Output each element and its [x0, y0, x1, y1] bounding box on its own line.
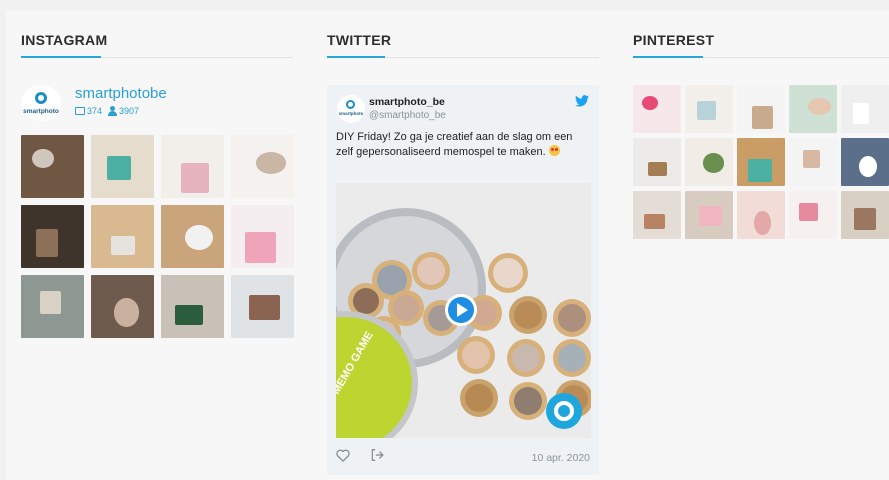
user-icon: [108, 106, 118, 116]
instagram-photo-6[interactable]: [91, 205, 154, 268]
instagram-photo-subject: [245, 232, 277, 263]
pinterest-photo-subject: [852, 103, 869, 125]
instagram-photo-subject: [114, 298, 139, 327]
pinterest-photo-subject: [754, 211, 771, 236]
instagram-photo-9[interactable]: [21, 275, 84, 338]
pinterest-photo-7[interactable]: [685, 138, 733, 186]
pinterest-photo-subject: [641, 95, 658, 110]
pinterest-pin-grid: [633, 85, 889, 243]
instagram-photo-subject: [110, 235, 136, 256]
logo-text: smartphoto: [23, 108, 59, 115]
tweet-author-name[interactable]: smartphoto_be: [369, 96, 445, 108]
pinterest-photo-11[interactable]: [633, 191, 681, 239]
pinterest-photo-15[interactable]: [841, 191, 889, 239]
instagram-photo-subject: [106, 155, 132, 181]
instagram-profile-header: smartphoto smartphotobe 374 3907: [21, 85, 293, 121]
play-button-icon[interactable]: [445, 294, 477, 326]
tweet-text: DIY Friday! Zo ga je creatief aan de sla…: [336, 131, 573, 158]
instagram-photo-3[interactable]: [161, 135, 224, 198]
twitter-title-accent: [327, 56, 385, 58]
pinterest-photo-1[interactable]: [633, 85, 681, 133]
pinterest-section-title: PINTEREST: [633, 32, 715, 48]
pinterest-photo-subject: [803, 150, 820, 168]
instagram-photo-subject: [174, 305, 203, 326]
pinterest-photo-14[interactable]: [789, 191, 837, 239]
instagram-photo-8[interactable]: [231, 205, 294, 268]
tweet-card[interactable]: smartphoto smartphoto_be @smartphoto_be …: [327, 85, 599, 475]
tweet-video[interactable]: MEMO GAME: [336, 183, 591, 438]
instagram-photo-7[interactable]: [161, 205, 224, 268]
pinterest-photo-subject: [643, 214, 665, 230]
instagram-section-title: INSTAGRAM: [21, 32, 108, 48]
avatar-logo-text: smartphoto: [338, 111, 364, 116]
instagram-photo-subject: [249, 294, 281, 321]
instagram-photo-5[interactable]: [21, 205, 84, 268]
pinterest-photo-subject: [858, 155, 878, 178]
pinterest-photo-3[interactable]: [737, 85, 785, 133]
twitter-section-title: TWITTER: [327, 32, 392, 48]
pinterest-photo-subject: [799, 203, 818, 221]
pinterest-photo-subject: [854, 208, 876, 231]
pinterest-photo-subject: [697, 100, 716, 120]
instagram-photo-subject: [184, 225, 213, 251]
pinterest-photo-10[interactable]: [841, 138, 889, 186]
pinterest-photo-subject: [703, 153, 725, 173]
instagram-photo-12[interactable]: [231, 275, 294, 338]
instagram-photo-grid: [21, 135, 294, 339]
posts-count: 374: [75, 106, 102, 116]
heart-eyes-emoji-icon: [548, 145, 560, 156]
instagram-photo-subject: [36, 228, 58, 257]
pinterest-photo-2[interactable]: [685, 85, 733, 133]
like-heart-icon[interactable]: [336, 449, 350, 462]
instagram-username-link[interactable]: smartphotobe: [75, 85, 167, 102]
instagram-photo-subject: [32, 148, 54, 168]
pinterest-photo-9[interactable]: [789, 138, 837, 186]
social-feeds-page: INSTAGRAM smartphoto smartphotobe 374 39…: [0, 0, 889, 480]
instagram-photo-subject: [255, 152, 287, 175]
pinterest-photo-subject: [647, 161, 667, 177]
instagram-title-accent: [21, 56, 101, 58]
pinterest-photo-subject: [752, 106, 774, 130]
pinterest-photo-4[interactable]: [789, 85, 837, 133]
pinterest-photo-5[interactable]: [841, 85, 889, 133]
pinterest-photo-13[interactable]: [737, 191, 785, 239]
instagram-photo-4[interactable]: [231, 135, 294, 198]
twitter-bird-icon[interactable]: [575, 95, 589, 107]
smartphoto-logo[interactable]: smartphoto: [21, 85, 61, 121]
pinterest-title-accent: [633, 56, 703, 58]
instagram-photo-10[interactable]: [91, 275, 154, 338]
image-icon: [75, 107, 85, 115]
instagram-photo-subject: [181, 162, 209, 193]
tweet-author-handle[interactable]: @smartphoto_be: [369, 110, 446, 121]
instagram-photo-11[interactable]: [161, 275, 224, 338]
pinterest-photo-subject: [748, 158, 772, 183]
pinterest-photo-12[interactable]: [685, 191, 733, 239]
instagram-photo-subject: [39, 291, 62, 315]
pinterest-photo-6[interactable]: [633, 138, 681, 186]
tweet-date[interactable]: 10 apr. 2020: [532, 452, 590, 464]
pinterest-photo-subject: [807, 97, 832, 115]
instagram-photo-1[interactable]: [21, 135, 84, 198]
pinterest-photo-8[interactable]: [737, 138, 785, 186]
share-icon[interactable]: [370, 448, 384, 462]
followers-count: 3907: [108, 106, 139, 116]
tweet-avatar[interactable]: smartphoto: [337, 95, 365, 123]
instagram-stats: 374 3907: [75, 106, 139, 116]
pinterest-photo-subject: [698, 205, 723, 226]
instagram-photo-2[interactable]: [91, 135, 154, 198]
